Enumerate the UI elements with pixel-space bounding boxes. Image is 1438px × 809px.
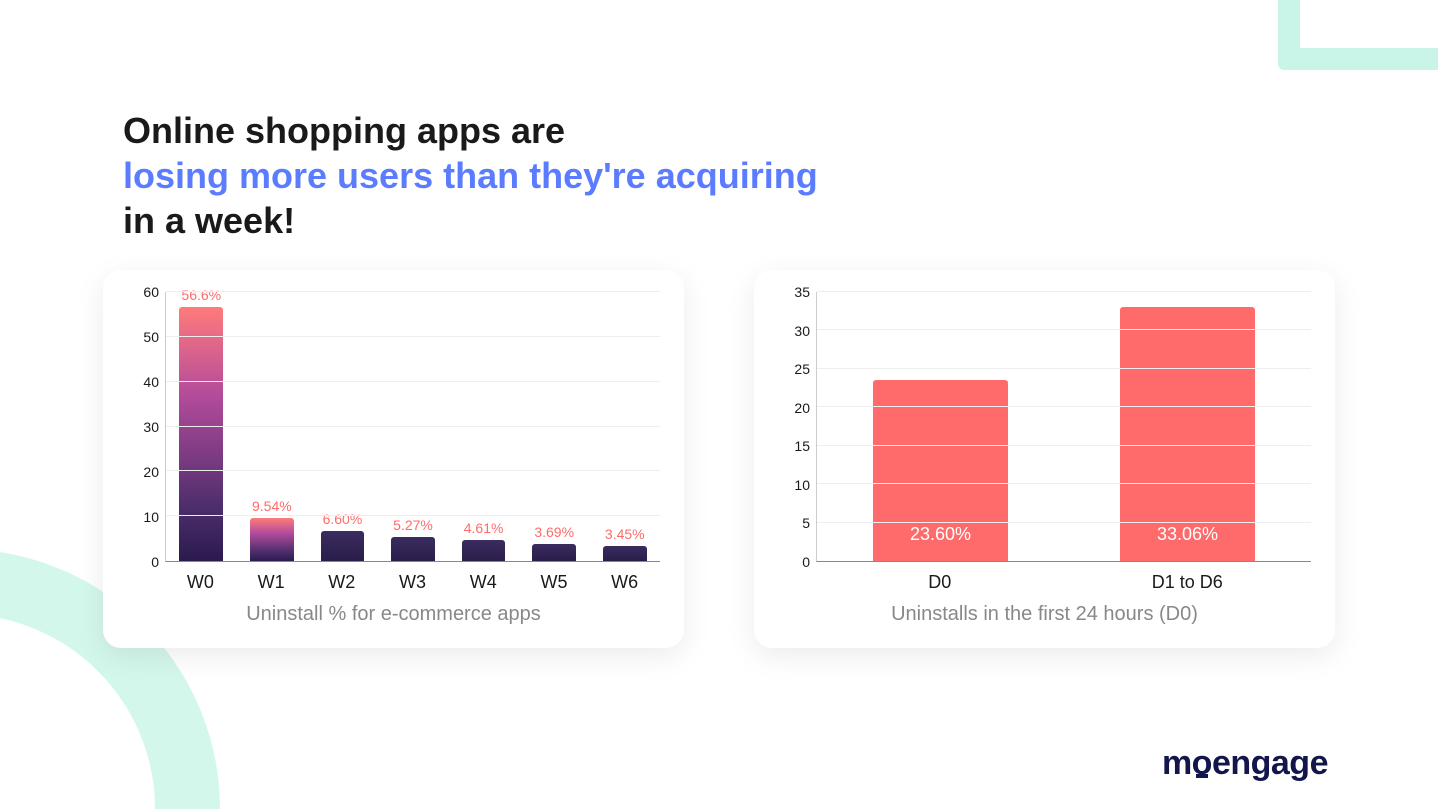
y-tick: 40: [143, 374, 159, 390]
x-axis: D0D1 to D6: [816, 562, 1311, 593]
decorative-box: [1278, 0, 1438, 70]
y-tick: 5: [802, 515, 810, 531]
y-tick: 20: [794, 400, 810, 416]
charts-row: 0102030405060 56.6%9.54%6.60%5.27%4.61%3…: [103, 270, 1335, 648]
grid-line: [166, 336, 660, 337]
y-tick: 35: [794, 284, 810, 300]
headline-line3: in a week!: [123, 198, 818, 243]
plot: 56.6% 9.54% 6.60% 5.27% 4.61% 3.69% 3.45%: [165, 292, 660, 562]
x-tick: W5: [519, 562, 590, 593]
y-tick: 60: [143, 284, 159, 300]
bar-slot: 9.54%: [237, 292, 308, 561]
y-tick: 10: [794, 477, 810, 493]
y-tick: 30: [143, 419, 159, 435]
x-tick: W3: [377, 562, 448, 593]
x-tick: W0: [165, 562, 236, 593]
bar-slot: 4.61%: [448, 292, 519, 561]
y-tick: 15: [794, 438, 810, 454]
bar: 33.06%: [1120, 307, 1256, 561]
bar-value-label: 6.60%: [323, 511, 363, 527]
bar-value-label: 3.45%: [605, 526, 645, 542]
chart-area: 0102030405060 56.6%9.54%6.60%5.27%4.61%3…: [127, 292, 660, 562]
bar-value-label: 4.61%: [464, 520, 504, 536]
bar: 5.27%: [391, 537, 435, 561]
bar-slot: 6.60%: [307, 292, 378, 561]
bar-value-label: 3.69%: [534, 524, 574, 540]
x-tick: D1 to D6: [1064, 562, 1312, 593]
headline: Online shopping apps are losing more use…: [123, 108, 818, 243]
grid-line: [817, 522, 1311, 523]
grid-line: [817, 368, 1311, 369]
grid-line: [166, 426, 660, 427]
x-tick: D0: [816, 562, 1064, 593]
chart-area: 05101520253035 23.60%33.06%: [778, 292, 1311, 562]
x-tick: W6: [589, 562, 660, 593]
y-tick: 10: [143, 509, 159, 525]
bars: 56.6% 9.54% 6.60% 5.27% 4.61% 3.69% 3.45%: [166, 292, 660, 561]
y-tick: 25: [794, 361, 810, 377]
grid-line: [166, 470, 660, 471]
plot: 23.60% 33.06%: [816, 292, 1311, 562]
bar: 9.54%: [250, 518, 294, 561]
bar: 56.6%: [179, 307, 223, 561]
y-tick: 50: [143, 329, 159, 345]
y-tick: 30: [794, 323, 810, 339]
bar-slot: 5.27%: [378, 292, 449, 561]
x-tick: W4: [448, 562, 519, 593]
bar-value-label: 56.6%: [181, 287, 221, 303]
y-tick: 20: [143, 464, 159, 480]
grid-line: [817, 329, 1311, 330]
bar: 6.60%: [321, 531, 365, 561]
bar-slot: 3.69%: [519, 292, 590, 561]
y-tick: 0: [151, 554, 159, 570]
y-tick: 0: [802, 554, 810, 570]
grid-line: [166, 291, 660, 292]
x-axis: W0W1W2W3W4W5W6: [165, 562, 660, 593]
grid-line: [817, 483, 1311, 484]
headline-line2: losing more users than they're acquiring: [123, 153, 818, 198]
x-tick: W2: [306, 562, 377, 593]
bar-value-label: 33.06%: [1157, 524, 1218, 545]
bar-value-label: 9.54%: [252, 498, 292, 514]
bar-value-label: 5.27%: [393, 517, 433, 533]
bar: 3.45%: [603, 546, 647, 561]
chart-subtitle: Uninstalls in the first 24 hours (D0): [778, 603, 1311, 626]
chart-subtitle: Uninstall % for e-commerce apps: [127, 603, 660, 626]
grid-line: [817, 406, 1311, 407]
chart-card-d0-uninstall: 0 5 10 15 20 25 30 35 23.60% 33.06% D0D1 to D6 U…: [754, 270, 1335, 648]
brand-logo: moengage: [1162, 744, 1328, 783]
grid-line: [817, 445, 1311, 446]
x-tick: W1: [236, 562, 307, 593]
bar-value-label: 23.60%: [910, 524, 971, 545]
headline-line1: Online shopping apps are: [123, 108, 818, 153]
grid-line: [166, 381, 660, 382]
bar-slot: 56.6%: [166, 292, 237, 561]
chart-card-weekly-uninstall: 0 10 20 30 40 50 60 56.6% 9.54% 6.60% 5.27% 4.61% 3…: [103, 270, 684, 648]
bar: 3.69%: [532, 544, 576, 561]
bar: 4.61%: [462, 540, 506, 561]
grid-line: [817, 291, 1311, 292]
grid-line: [166, 515, 660, 516]
y-axis: 05101520253035: [778, 292, 816, 562]
y-axis: 0102030405060: [127, 292, 165, 562]
bar-slot: 3.45%: [589, 292, 660, 561]
